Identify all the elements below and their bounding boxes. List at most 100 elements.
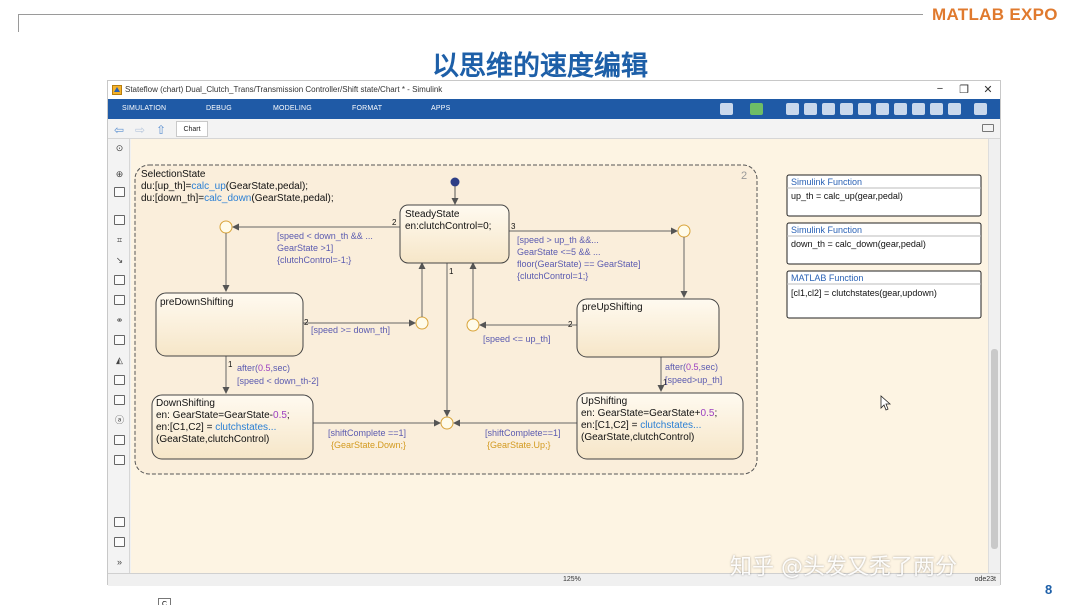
close-button[interactable]: ✕ <box>980 83 996 96</box>
state-down-line3: (GearState,clutchControl) <box>156 434 269 445</box>
superstate-du-line2: du:[down_th]=calc_down(GearState,pedal); <box>141 193 334 204</box>
record-icon[interactable] <box>720 103 733 115</box>
history-junction-icon[interactable] <box>114 275 125 285</box>
table-icon[interactable] <box>114 455 125 465</box>
ribbon-bar: SIMULATION DEBUG MODELING FORMAT APPS <box>108 99 1000 119</box>
tab-modeling[interactable]: MODELING <box>273 105 312 112</box>
connective-junction-icon[interactable] <box>114 295 125 305</box>
solver-name[interactable]: ode23t <box>975 576 996 583</box>
truth-table-icon[interactable] <box>114 335 125 345</box>
settings-icon[interactable] <box>876 103 889 115</box>
camera-icon[interactable] <box>114 517 125 527</box>
junction-right-top[interactable] <box>677 224 691 238</box>
tab-apps[interactable]: APPS <box>431 105 450 112</box>
graphical-function-icon[interactable]: ⚭ <box>114 315 125 325</box>
help-icon[interactable] <box>948 103 961 115</box>
layout-icon[interactable] <box>930 103 943 115</box>
forward-arrow-icon[interactable]: ⇨ <box>135 123 145 137</box>
run-icon[interactable] <box>750 103 763 115</box>
junction-predown-return[interactable] <box>415 316 429 330</box>
label-shift-down-act: {GearState.Down;} <box>331 440 406 450</box>
explorer-icon[interactable] <box>894 103 907 115</box>
state-down-line2: en:[C1,C2] = clutchstates... <box>156 422 276 433</box>
box-tool-icon[interactable]: ⌗ <box>114 235 125 245</box>
label-to-up-2: GearState <=5 && ... <box>517 247 601 257</box>
up-arrow-icon[interactable]: ⇧ <box>156 123 166 137</box>
minimize-button[interactable]: − <box>932 83 948 95</box>
after-down-fn: after( <box>237 363 258 373</box>
save-icon[interactable] <box>786 103 799 115</box>
function-signature-1: up_th = calc_up(gear,pedal) <box>791 191 903 201</box>
brand-event: EXPO <box>1009 5 1058 24</box>
grid-icon[interactable] <box>912 103 925 115</box>
label-to-up-3: floor(GearState) == GearState] <box>517 259 641 269</box>
vertical-scrollbar[interactable] <box>988 139 1000 573</box>
label-to-down-3: {clutchControl=-1;} <box>277 255 351 265</box>
down-l2-fn: clutchstates... <box>215 422 276 433</box>
priority-steady-down: 1 <box>449 267 454 276</box>
mouse-cursor-icon <box>880 395 892 411</box>
hide-palette-icon[interactable]: ⊙ <box>114 143 125 153</box>
function-calc-down[interactable]: Simulink Function down_th = calc_down(ge… <box>786 222 982 265</box>
image-icon[interactable] <box>114 435 125 445</box>
zoom-in-icon[interactable]: ⊕ <box>114 169 125 179</box>
junction-preup-return[interactable] <box>466 318 480 332</box>
annotation-icon[interactable]: ⓐ <box>114 415 125 425</box>
tab-debug[interactable]: DEBUG <box>206 105 232 112</box>
simulink-state-icon[interactable] <box>114 395 125 405</box>
library-icon[interactable] <box>840 103 853 115</box>
state-down-name: DownShifting <box>156 398 215 409</box>
junction-bottom[interactable] <box>440 416 454 430</box>
label-after-up: after(0.5,sec) <box>665 362 718 372</box>
default-transition-dot[interactable] <box>450 177 460 187</box>
du2-fn: calc_down <box>204 193 251 204</box>
breadcrumb-chart-tab[interactable]: Chart <box>176 121 208 137</box>
state-tool-icon[interactable] <box>114 215 125 225</box>
watermark-text: 知乎 @头发又秃了两分 <box>730 555 957 580</box>
header-rule <box>18 14 923 15</box>
data-icon[interactable] <box>114 537 125 547</box>
zoom-icon[interactable] <box>858 103 871 115</box>
up-l1-num: 0.5 <box>701 408 715 419</box>
tab-format[interactable]: FORMAT <box>352 105 382 112</box>
palette-toolbar: ⊙ ⊕ ⌗ ↘ ⚭ ◭ ⓐ » <box>108 139 130 573</box>
maximize-button[interactable]: ❐ <box>956 83 972 96</box>
function-calc-up[interactable]: Simulink Function up_th = calc_up(gear,p… <box>786 174 982 217</box>
open-icon[interactable] <box>822 103 835 115</box>
fit-view-icon[interactable] <box>114 187 125 197</box>
library-badge[interactable]: C <box>158 598 171 605</box>
tab-simulation[interactable]: SIMULATION <box>122 105 166 112</box>
function-signature-2: down_th = calc_down(gear,pedal) <box>791 239 926 249</box>
options-icon[interactable] <box>974 103 987 115</box>
after-up-fn: after( <box>665 362 686 372</box>
function-clutchstates[interactable]: MATLAB Function [cl1,cl2] = clutchstates… <box>786 270 982 319</box>
expand-palette-icon[interactable]: » <box>114 557 125 567</box>
label-shift-up-cond: [shiftComplete==1] <box>485 428 561 438</box>
down-l1-post: ; <box>287 410 290 421</box>
junction-left-top[interactable] <box>219 220 233 234</box>
du1-post: (GearState,pedal); <box>226 181 308 192</box>
label-predown-back: [speed >= down_th] <box>311 325 390 335</box>
state-steady-name: SteadyState <box>405 209 460 220</box>
label-after-down: after(0.5,sec) <box>237 363 290 373</box>
default-transition-icon[interactable]: ↘ <box>114 255 125 265</box>
navigation-bar: ⇦ ⇨ ⇧ Chart <box>108 119 1000 139</box>
down-l1-num: 0.5 <box>273 410 287 421</box>
page-number: 8 <box>1045 582 1053 597</box>
keyboard-icon[interactable] <box>982 124 994 132</box>
function-kind-3: MATLAB Function <box>791 273 863 283</box>
chart-canvas[interactable]: SelectionState du:[up_th]=calc_up(GearSt… <box>131 139 990 605</box>
after-down-num: 0.5 <box>258 363 271 373</box>
back-arrow-icon[interactable]: ⇦ <box>114 123 124 137</box>
down-l1-pre: en: GearState=GearState- <box>156 410 273 421</box>
label-to-up-1: [speed > up_th &&... <box>517 235 599 245</box>
matlab-function-icon[interactable]: ◭ <box>114 355 125 365</box>
decomposition-number: 2 <box>741 170 747 182</box>
stateflow-chart[interactable]: SelectionState du:[up_th]=calc_up(GearSt… <box>131 139 990 573</box>
scrollbar-thumb[interactable] <box>991 349 998 549</box>
undo-icon[interactable] <box>804 103 817 115</box>
up-l1-pre: en: GearState=GearState+ <box>581 408 701 419</box>
function-kind-1: Simulink Function <box>791 177 862 187</box>
state-up-line3: (GearState,clutchControl) <box>581 432 694 443</box>
simulink-function-icon[interactable] <box>114 375 125 385</box>
